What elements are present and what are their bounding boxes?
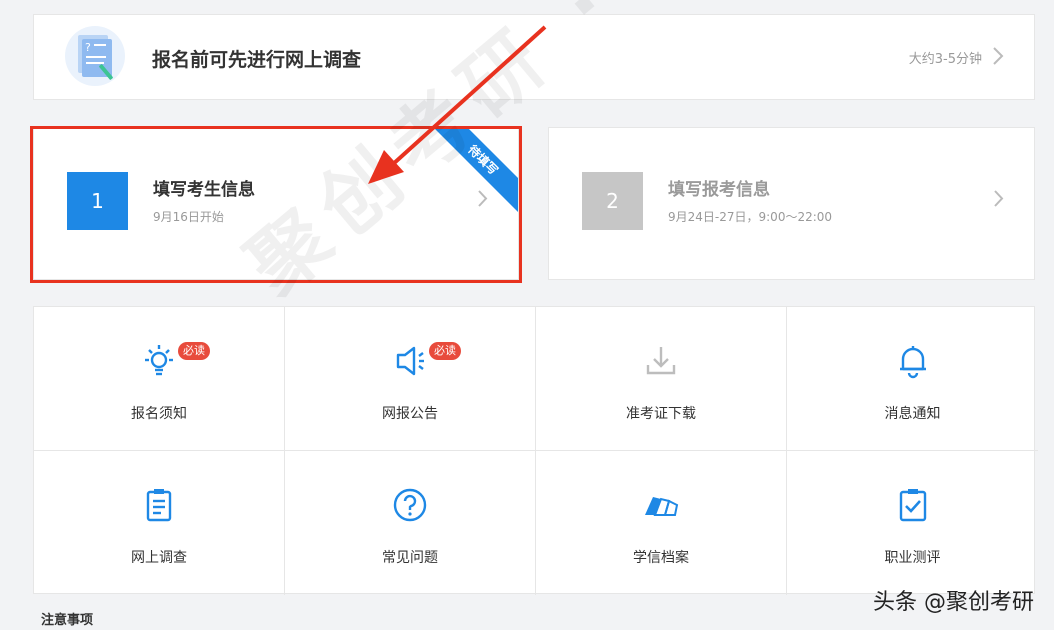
must-read-badge: 必读: [178, 342, 210, 360]
step-title: 填写考生信息: [153, 180, 255, 200]
notice-section-title: 注意事项: [41, 613, 94, 628]
step-title: 填写报考信息: [668, 180, 770, 200]
checklist-clipboard-icon: [899, 489, 926, 522]
books-icon: [645, 497, 679, 516]
step-card-fill-application-info[interactable]: 2 填写报考信息 9月24日-27日，9:00～22:00: [548, 127, 1035, 280]
step-card-fill-student-info[interactable]: 1 填写考生信息 9月16日开始 待填写: [33, 127, 519, 280]
chevron-right-icon: [478, 190, 488, 207]
question-circle-icon: [393, 488, 427, 522]
tile-label: 报名须知: [131, 406, 187, 422]
chevron-right-icon: [993, 47, 1004, 65]
lightbulb-icon: [145, 345, 173, 376]
tile-admission-ticket-download[interactable]: 准考证下载: [536, 307, 787, 451]
tile-academic-records[interactable]: 学信档案: [536, 451, 787, 595]
survey-title: 报名前可先进行网上调查: [152, 49, 362, 71]
survey-duration: 大约3-5分钟: [908, 52, 982, 67]
survey-banner[interactable]: ? 报名前可先进行网上调查 大约3-5分钟: [33, 14, 1035, 100]
tile-online-survey[interactable]: 网上调查: [34, 451, 285, 595]
step-number: 2: [582, 172, 643, 230]
bell-icon: [899, 346, 926, 379]
chevron-right-icon: [994, 190, 1004, 207]
tile-online-announcement[interactable]: 必读 网报公告: [285, 307, 536, 451]
svg-text:?: ?: [85, 41, 91, 54]
download-icon: [646, 347, 676, 375]
tile-label: 网报公告: [382, 406, 438, 422]
footer-credit: 头条 @聚创考研: [873, 590, 1034, 615]
tile-label: 准考证下载: [626, 406, 696, 422]
step-subtitle: 9月16日开始: [153, 210, 224, 224]
tile-label: 常见问题: [382, 550, 438, 566]
step-number: 1: [67, 172, 128, 230]
tile-label: 消息通知: [884, 406, 941, 422]
tile-faq[interactable]: 常见问题: [285, 451, 536, 595]
must-read-badge: 必读: [429, 342, 461, 360]
status-ribbon: 待填写: [425, 128, 518, 218]
tile-label: 网上调查: [131, 550, 187, 566]
survey-clipboard-icon: [146, 489, 172, 522]
tile-message-notifications[interactable]: 消息通知: [787, 307, 1038, 451]
megaphone-icon: [396, 346, 424, 376]
quick-links-grid: 必读 报名须知 必读 网报公告 准考证下载 消息通知 网上调查 常见问题 学信档…: [33, 306, 1038, 595]
tile-label: 学信档案: [633, 550, 689, 566]
tile-registration-notice[interactable]: 必读 报名须知: [34, 307, 285, 451]
step-subtitle: 9月24日-27日，9:00～22:00: [668, 210, 833, 224]
tile-career-assessment[interactable]: 职业测评: [787, 451, 1038, 595]
tile-label: 职业测评: [884, 550, 941, 566]
survey-illustration-icon: ?: [65, 26, 125, 86]
